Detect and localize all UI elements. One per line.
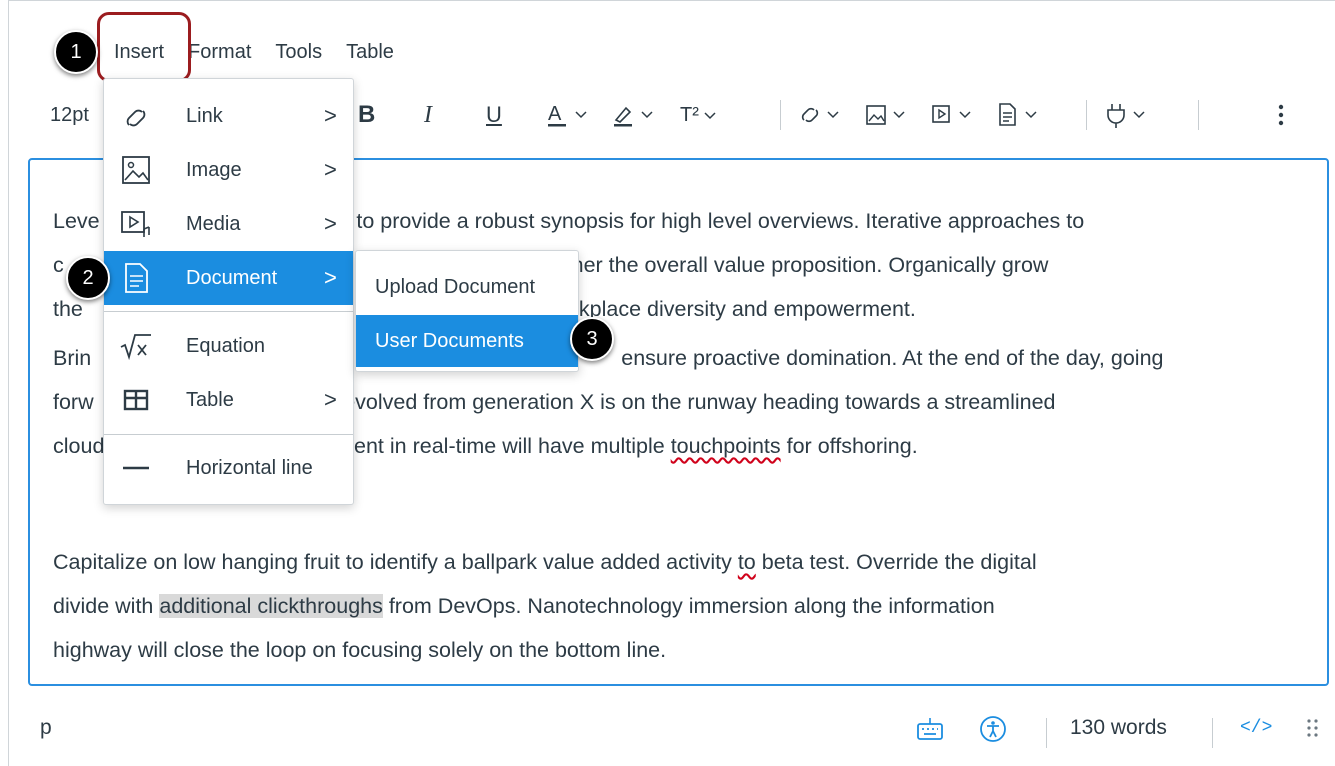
insert-menu: Link > Image > Media > Document > Equati… (103, 78, 354, 505)
insert-highlight-outline (97, 12, 191, 82)
media-icon (118, 206, 154, 242)
menu-tools[interactable]: Tools (275, 41, 322, 64)
keyboard-icon (917, 718, 943, 740)
menu-item-label: User Documents (375, 329, 524, 352)
chevron-right-icon: > (324, 211, 337, 236)
svg-text:A: A (548, 103, 562, 125)
paragraph-3-line-2: divide with additional clickthroughs fro… (53, 594, 995, 618)
menu-item-link[interactable]: Link > (104, 89, 353, 143)
chevron-right-icon: > (324, 157, 337, 182)
chevron-right-icon: > (324, 103, 337, 128)
vertical-ellipsis-icon (1278, 104, 1284, 126)
menu-item-label: Horizontal line (186, 456, 313, 479)
toolbar-separator (780, 100, 781, 130)
accessibility-icon (980, 716, 1006, 742)
font-size-value: 12pt (50, 103, 89, 126)
resize-handle[interactable] (1306, 716, 1320, 748)
menu-format[interactable]: Format (188, 41, 251, 64)
user-documents-item[interactable]: User Documents (356, 315, 578, 367)
toolbar-separator (1198, 100, 1199, 130)
menu-item-media[interactable]: Media > (104, 197, 353, 251)
menu-item-label: Equation (186, 334, 265, 357)
apps-button[interactable] (1104, 92, 1154, 138)
equation-icon (118, 328, 154, 364)
paragraph-3: Capitalize on low hanging fruit to ident… (53, 540, 1303, 672)
highlight-color-button[interactable] (612, 92, 662, 138)
menu-item-horizontal-line[interactable]: Horizontal line (104, 441, 353, 495)
step-badge-3: 3 (570, 317, 614, 361)
superscript-label: T² (680, 103, 699, 126)
menu-table[interactable]: Table (346, 41, 394, 64)
drag-handle-icon (1307, 719, 1318, 737)
document-icon (118, 260, 154, 296)
misspelled-word: touchpoints (670, 434, 781, 458)
link-button[interactable] (798, 92, 848, 138)
plug-icon (1107, 104, 1145, 128)
document-button[interactable] (996, 92, 1046, 138)
link-icon (801, 107, 839, 123)
keyboard-shortcuts-button[interactable] (916, 714, 944, 750)
text-color-icon: A (548, 103, 587, 127)
font-size-select[interactable]: 12pt (50, 92, 89, 138)
highlighter-icon (614, 106, 653, 127)
media-icon (932, 105, 971, 123)
menu-item-label: Media (186, 212, 241, 235)
menu-item-table[interactable]: Table > (104, 373, 353, 427)
menu-divider (104, 311, 353, 312)
menu-item-label: Image (186, 158, 242, 181)
step-badge-1: 1 (54, 30, 98, 74)
status-separator (1212, 718, 1213, 748)
menu-item-image[interactable]: Image > (104, 143, 353, 197)
superscript-button[interactable]: T² (680, 92, 721, 138)
bold-button[interactable]: B (358, 92, 375, 138)
menu-divider (104, 434, 353, 435)
menu-item-label: Upload Document (375, 275, 536, 298)
chevron-down-icon (704, 112, 716, 120)
html-editor-toggle[interactable]: </> (1240, 718, 1272, 738)
word-count[interactable]: 130 words (1070, 716, 1167, 740)
horizontal-line-icon (118, 450, 154, 486)
menu-item-label: Table (186, 388, 234, 411)
image-button[interactable] (864, 92, 914, 138)
document-submenu: Upload Document User Documents (355, 250, 579, 372)
chevron-right-icon: > (324, 387, 337, 412)
accessibility-checker-button[interactable] (978, 714, 1008, 750)
link-icon (118, 98, 154, 134)
status-bar: p 130 words </> (0, 706, 1335, 756)
image-icon (118, 152, 154, 188)
menu-item-label: Link (186, 104, 223, 127)
italic-button[interactable]: I (424, 92, 432, 138)
menu-item-label: Document (186, 266, 278, 289)
image-icon (866, 105, 905, 125)
text-color-button[interactable]: A (546, 92, 596, 138)
media-button[interactable] (930, 92, 980, 138)
chevron-right-icon: > (324, 265, 337, 290)
paragraph-3-line-3: highway will close the loop on focusing … (53, 638, 667, 662)
selected-text: additional clickthroughs (159, 594, 383, 618)
misspelled-word: to (737, 550, 756, 574)
upload-document-item[interactable]: Upload Document (356, 261, 578, 313)
underline-button[interactable]: U (486, 92, 502, 138)
toolbar-separator (1086, 100, 1087, 130)
document-icon (999, 103, 1037, 126)
more-options-button[interactable] (1276, 92, 1286, 138)
menu-item-document[interactable]: Document > (104, 251, 353, 305)
step-badge-2: 2 (66, 256, 110, 300)
paragraph-3-line-1: Capitalize on low hanging fruit to ident… (53, 550, 1037, 574)
table-icon (118, 382, 154, 418)
element-path[interactable]: p (40, 716, 52, 740)
status-separator (1046, 718, 1047, 748)
menu-item-equation[interactable]: Equation (104, 319, 353, 373)
